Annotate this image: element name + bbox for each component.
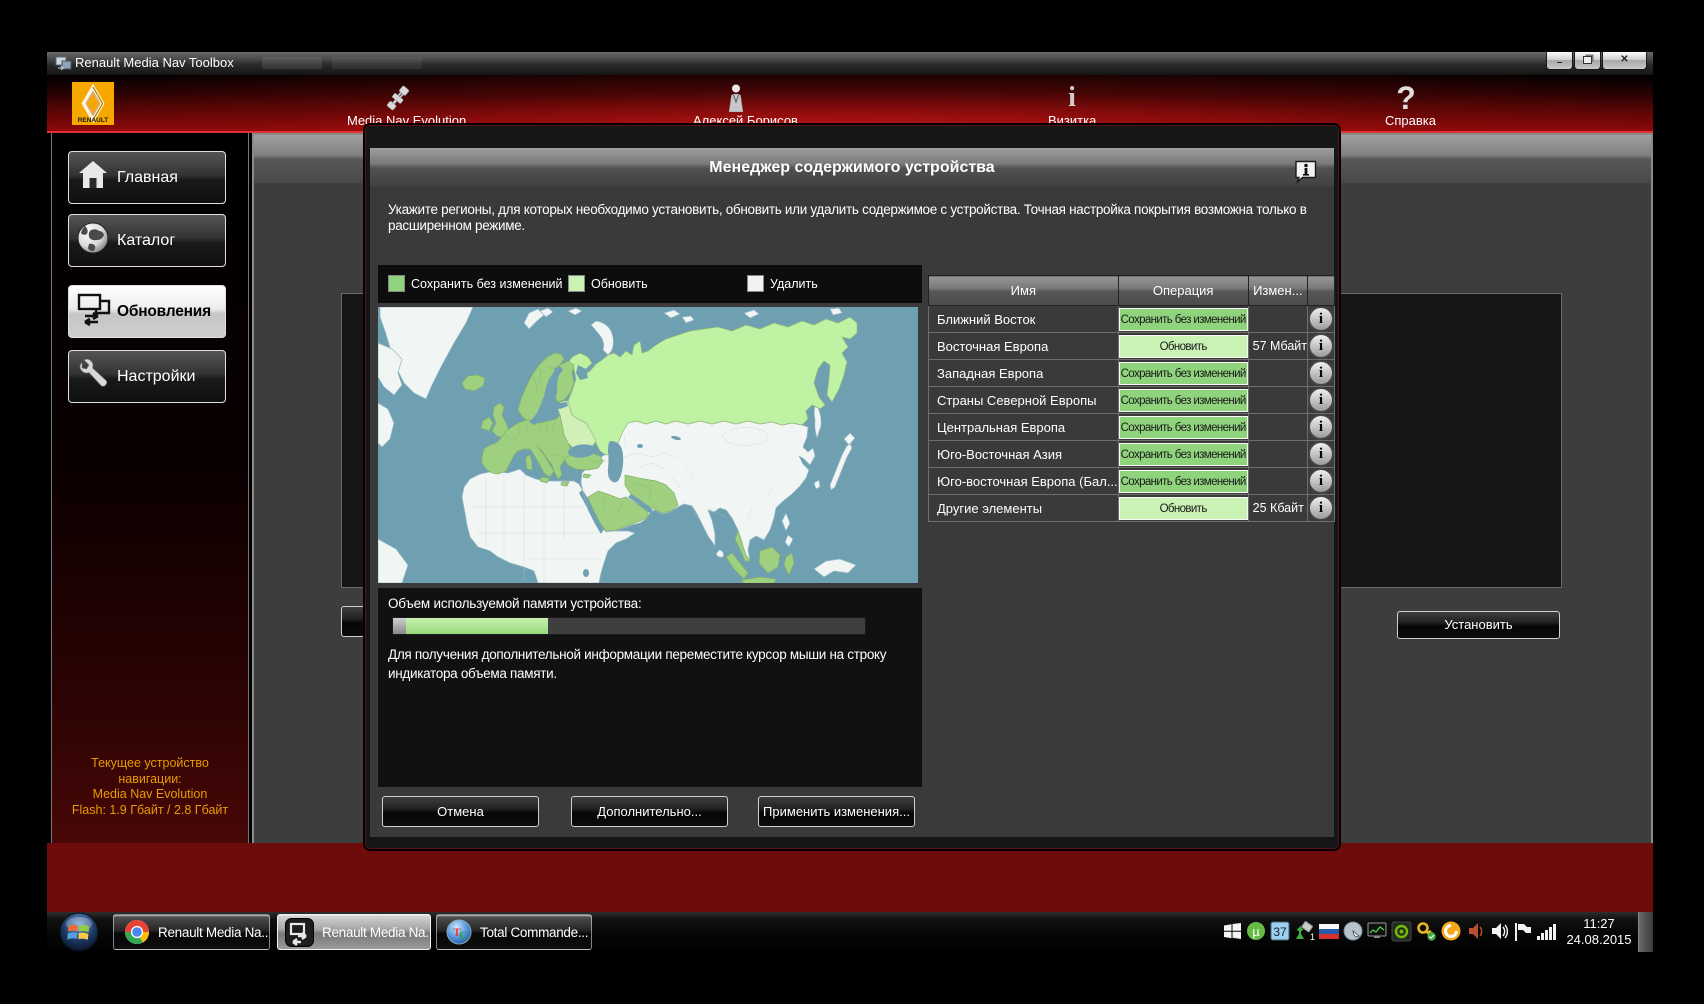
svg-text:C: C: [459, 928, 467, 942]
svg-text:RENAULT: RENAULT: [78, 117, 109, 124]
svg-text:1: 1: [1310, 932, 1315, 942]
svg-text:µ: µ: [1252, 924, 1260, 939]
svg-text:37: 37: [1273, 925, 1287, 939]
